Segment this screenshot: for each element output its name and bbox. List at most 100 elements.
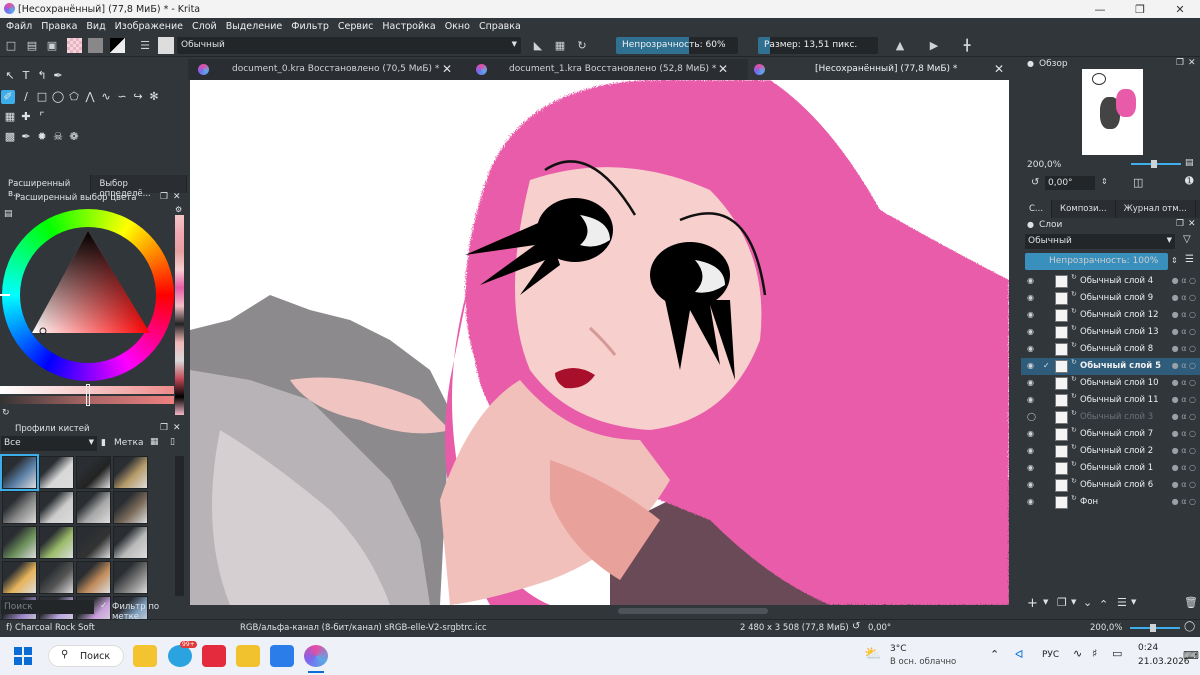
brush-preset-tile[interactable]: [76, 456, 111, 489]
close-button[interactable]: ✕: [1160, 0, 1200, 18]
overview-lock-icon[interactable]: ●: [1027, 59, 1034, 68]
ellipse-tool-icon[interactable]: ◯: [51, 90, 65, 104]
brush-preset-icon[interactable]: [158, 37, 174, 54]
mirror-view-icon[interactable]: ◫: [1133, 176, 1143, 189]
layer-blend-mode-select[interactable]: Обычный ▼: [1025, 234, 1175, 249]
overview-zoom[interactable]: 200,0%: [1027, 160, 1061, 170]
layer-lock-alpha-icons[interactable]: ● α ○: [1172, 463, 1196, 472]
fit-view-icon[interactable]: ▤: [1185, 158, 1194, 168]
brush-preset-tile[interactable]: [113, 491, 148, 524]
layer-row[interactable]: ◉ ↻ Обычный слой 6 ● α ○: [1021, 477, 1200, 494]
layer-row[interactable]: ◉ ↻ Обычный слой 2 ● α ○: [1021, 443, 1200, 460]
float-dock-icon[interactable]: ❐: [1176, 219, 1184, 229]
menu-edit[interactable]: Правка: [41, 21, 77, 32]
polyline-tool-icon[interactable]: ⋀: [83, 90, 97, 104]
chevron-down-icon[interactable]: ▼: [1131, 598, 1136, 606]
menu-settings[interactable]: Настройка: [382, 21, 435, 32]
tab-unsaved-document[interactable]: [Несохранённый] (77,8 МиБ) *: [815, 59, 957, 80]
layer-lock-alpha-icons[interactable]: ● α ○: [1172, 327, 1196, 336]
edit-shape-tool-icon[interactable]: ↰: [35, 69, 49, 83]
color-history-strip[interactable]: [175, 215, 184, 415]
visibility-icon[interactable]: ◉: [1027, 378, 1037, 388]
brush-settings-icon[interactable]: ☰: [138, 39, 152, 52]
move-layer-down-icon[interactable]: ⌄: [1083, 596, 1092, 609]
select-shape-tool-icon[interactable]: ↖: [3, 69, 17, 83]
layers-lock-icon[interactable]: ●: [1027, 220, 1034, 229]
layer-lock-alpha-icons[interactable]: ● α ○: [1172, 395, 1196, 404]
tab-undo-history[interactable]: Журнал отм...: [1116, 200, 1196, 218]
visibility-icon[interactable]: ◉: [1027, 446, 1037, 456]
close-dock-icon[interactable]: ✕: [173, 192, 181, 202]
layer-lock-alpha-icons[interactable]: ● α ○: [1172, 293, 1196, 302]
minimize-button[interactable]: —: [1080, 0, 1120, 18]
stepper-icon[interactable]: ⇕: [1101, 177, 1108, 186]
fill-tool-icon[interactable]: ☠: [51, 130, 65, 144]
line-tool-icon[interactable]: ∕: [19, 90, 33, 104]
saturation-value-triangle[interactable]: [2, 209, 174, 381]
brush-preset-tile[interactable]: [2, 561, 37, 594]
delete-layer-icon[interactable]: 🗑: [1184, 596, 1198, 609]
fg-bg-color-icon[interactable]: [110, 38, 125, 53]
visibility-icon[interactable]: ◉: [1027, 395, 1037, 405]
float-dock-icon[interactable]: ❐: [1176, 58, 1184, 68]
float-dock-icon[interactable]: ❐: [160, 192, 168, 202]
layer-lock-alpha-icons[interactable]: ● α ○: [1172, 412, 1196, 421]
brush-preset-tile[interactable]: [113, 456, 148, 489]
status-rotation[interactable]: 0,00°: [868, 623, 891, 633]
menu-select[interactable]: Выделение: [226, 21, 283, 32]
layer-opacity-slider[interactable]: Непрозрачность: 100%: [1025, 253, 1168, 270]
layer-row[interactable]: ◉ ↻ Обычный слой 1 ● α ○: [1021, 460, 1200, 477]
volume-icon[interactable]: ♯: [1092, 647, 1097, 660]
color-settings-icon[interactable]: ⚙: [175, 205, 182, 214]
visibility-icon[interactable]: ◉: [1027, 429, 1037, 439]
drawing-canvas[interactable]: [190, 80, 1009, 605]
mirror-horizontal-icon[interactable]: ▲: [893, 39, 907, 52]
gradient-tool-icon[interactable]: ▩: [3, 130, 17, 144]
new-document-icon[interactable]: □: [4, 39, 18, 52]
reload-preset-icon[interactable]: ↻: [575, 39, 589, 52]
opacity-slider[interactable]: Непрозрачность: 60%: [616, 37, 738, 54]
clock-time[interactable]: 0:24: [1138, 643, 1158, 653]
slider-handle[interactable]: [1150, 624, 1156, 632]
chevron-down-icon[interactable]: ▼: [1043, 598, 1048, 606]
tab-advanced-color[interactable]: Расширенный в...: [0, 175, 92, 199]
brush-preset-tile[interactable]: [76, 561, 111, 594]
visibility-icon[interactable]: ◉: [1027, 327, 1037, 337]
layer-row[interactable]: ◉ ↻ Обычный слой 13 ● α ○: [1021, 324, 1200, 341]
krita-taskbar-icon[interactable]: [304, 645, 328, 667]
float-dock-icon[interactable]: ❐: [160, 423, 168, 433]
layer-lock-alpha-icons[interactable]: ● α ○: [1172, 310, 1196, 319]
layer-row[interactable]: ◉ ↻ Обычный слой 12 ● α ○: [1021, 307, 1200, 324]
chevron-up-icon[interactable]: ⌃: [990, 648, 999, 661]
text-tool-icon[interactable]: T: [19, 69, 33, 83]
wifi-icon[interactable]: ∿: [1073, 647, 1082, 660]
layer-menu-icon[interactable]: ☰: [1185, 254, 1194, 265]
layer-row[interactable]: ◯ ↻ Обычный слой 3 ● α ○: [1021, 409, 1200, 426]
pin-icon[interactable]: ➊: [1185, 176, 1193, 187]
brush-preset-tile[interactable]: [2, 526, 37, 559]
menu-window[interactable]: Окно: [445, 21, 470, 32]
close-tab-icon[interactable]: ✕: [718, 62, 728, 76]
brush-search-input[interactable]: Поиск: [1, 600, 94, 614]
layer-row[interactable]: ◉ ↻ Обычный слой 11 ● α ○: [1021, 392, 1200, 409]
wrap-around-icon[interactable]: ╋: [960, 39, 974, 52]
layer-lock-alpha-icons[interactable]: ● α ○: [1172, 497, 1196, 506]
save-preset-icon[interactable]: ▯: [170, 437, 175, 447]
view-mode-icon[interactable]: ▦: [150, 437, 159, 447]
close-tab-icon[interactable]: ✕: [442, 62, 452, 76]
language-indicator[interactable]: РУС: [1042, 650, 1059, 660]
save-icon[interactable]: ▣: [45, 39, 59, 52]
brush-preset-tile[interactable]: [39, 561, 74, 594]
layer-row[interactable]: ◉ ↻ Обычный слой 8 ● α ○: [1021, 341, 1200, 358]
visibility-icon[interactable]: ◯: [1027, 412, 1037, 422]
menu-view[interactable]: Вид: [86, 21, 105, 32]
file-explorer-icon[interactable]: [133, 645, 157, 667]
brush-preset-tile[interactable]: [39, 456, 74, 489]
battery-icon[interactable]: ▭: [1112, 647, 1122, 660]
layer-row[interactable]: ◉ ↻ Обычный слой 4 ● α ○: [1021, 273, 1200, 290]
chevron-down-icon[interactable]: ▼: [1071, 598, 1076, 606]
rectangle-tool-icon[interactable]: □: [35, 90, 49, 104]
weather-icon[interactable]: ⛅: [864, 646, 881, 662]
stepper-icon[interactable]: ⇕: [1171, 256, 1178, 265]
clock-date[interactable]: 21.03.2026: [1138, 657, 1190, 667]
